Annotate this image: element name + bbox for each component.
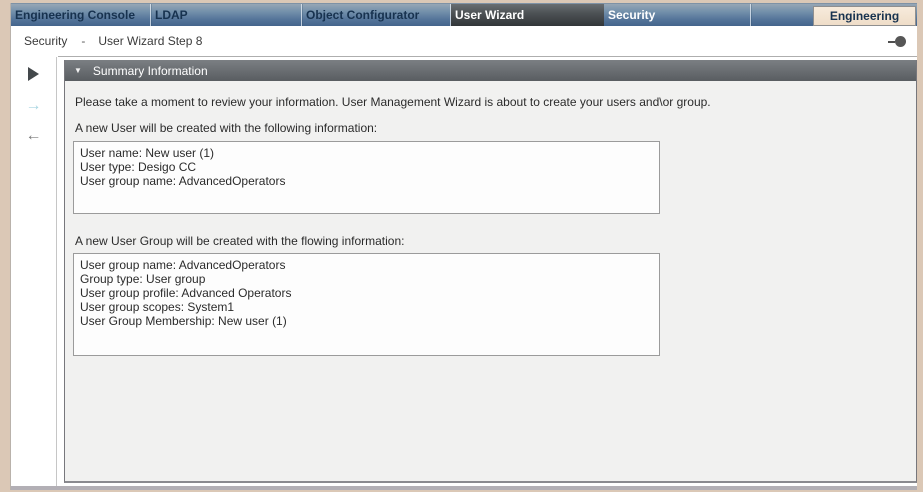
tab-label: LDAP [155,8,188,22]
tab-security[interactable]: Security [604,4,751,26]
header-divider [58,56,917,57]
tab-label: Engineering Console [15,8,135,22]
summary-line: User group name: AdvancedOperators [80,174,653,188]
application-window: Engineering Console LDAP Object Configur… [0,0,923,492]
pin-icon[interactable] [888,36,906,47]
tab-bar: Engineering Console LDAP Object Configur… [11,3,917,26]
tab-label: Security [608,8,655,22]
summary-expander-header[interactable]: ▼ Summary Information [65,60,916,81]
summary-line: User group scopes: System1 [80,300,653,314]
tab-ldap[interactable]: LDAP [151,4,302,26]
breadcrumb-separator: - [81,34,85,48]
summary-line: User type: Desigo CC [80,160,653,174]
back-arrow-icon[interactable]: ← [11,127,56,145]
breadcrumb: Security - User Wizard Step 8 [11,26,917,56]
tab-user-wizard[interactable]: User Wizard [451,4,604,26]
forward-arrow-icon[interactable]: → [11,97,56,115]
main-area: → ← ▼ Summary Information Please take a … [11,56,917,490]
summary-panel: ▼ Summary Information Please take a mome… [64,60,917,483]
summary-line: Group type: User group [80,272,653,286]
run-button[interactable] [11,65,56,83]
engineering-mode-button[interactable]: Engineering [813,6,916,26]
summary-line: User group name: AdvancedOperators [80,258,653,272]
intro-text: Please take a moment to review your info… [75,95,916,109]
window-frame: Engineering Console LDAP Object Configur… [10,3,917,490]
summary-line: User Group Membership: New user (1) [80,314,653,328]
group-section-label: A new User Group will be created with th… [75,234,916,248]
summary-line: User group profile: Advanced Operators [80,286,653,300]
sidebar-divider [56,57,57,486]
user-summary-box: User name: New user (1) User type: Desig… [73,141,660,214]
summary-content: Please take a moment to review your info… [65,81,916,356]
breadcrumb-page-title: User Wizard Step 8 [98,34,202,48]
wizard-toolbar: → ← [11,56,56,486]
bottom-edge [11,486,917,490]
user-section-label: A new User will be created with the foll… [75,121,916,135]
tab-object-configurator[interactable]: Object Configurator [302,4,451,26]
collapse-triangle-icon: ▼ [74,67,82,75]
pin-tail [888,41,895,43]
panel-title: Summary Information [93,64,208,78]
group-summary-box: User group name: AdvancedOperators Group… [73,253,660,356]
breadcrumb-system[interactable]: Security [24,34,67,48]
tab-label: User Wizard [455,8,524,22]
play-icon [28,67,39,81]
tab-label: Object Configurator [306,8,419,22]
tab-engineering-console[interactable]: Engineering Console [11,4,151,26]
pin-dot [895,36,906,47]
summary-line: User name: New user (1) [80,146,653,160]
